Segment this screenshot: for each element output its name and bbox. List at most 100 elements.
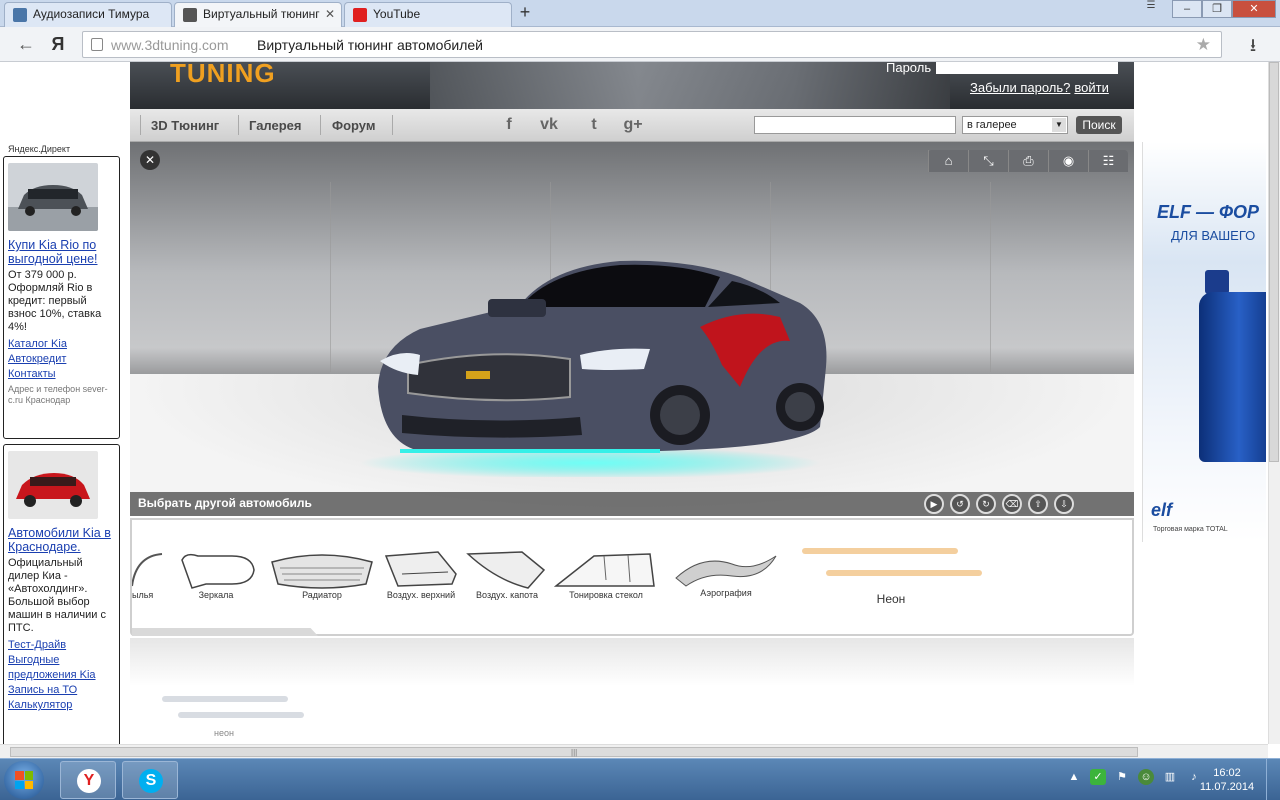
- horizontal-scroll-thumb[interactable]: |||: [10, 747, 1138, 757]
- back-button[interactable]: ←: [14, 33, 38, 55]
- part-radiator[interactable]: Радиатор: [270, 520, 374, 636]
- ad2-link-calculator[interactable]: Калькулятор: [8, 698, 115, 713]
- antivirus-icon[interactable]: ✓: [1090, 769, 1106, 785]
- kia-rio-photo[interactable]: [8, 163, 98, 231]
- part-mirrors[interactable]: Зеркала: [172, 520, 260, 636]
- new-tab-button[interactable]: +: [514, 3, 536, 23]
- scroll-grip-icon: |||: [571, 748, 578, 757]
- ad2-link-testdrive[interactable]: Тест-Драйв: [8, 638, 115, 653]
- part-neon[interactable]: Неон: [796, 520, 986, 636]
- ad1-link-contacts[interactable]: Контакты: [8, 367, 115, 382]
- network-icon[interactable]: ▥: [1162, 769, 1178, 785]
- ad2-title-link[interactable]: Автомобили Kia в Краснодаре.: [8, 526, 115, 554]
- close-tab-icon[interactable]: ✕: [325, 3, 335, 26]
- nav-divider: [320, 115, 321, 135]
- carousel-tab-marker: [132, 628, 318, 636]
- clock-date: 11.07.2014: [1199, 781, 1255, 793]
- twitter-icon[interactable]: t: [583, 115, 605, 135]
- site-search-input[interactable]: [754, 116, 956, 134]
- print-icon[interactable]: ⎙: [1008, 150, 1048, 172]
- resize-icon[interactable]: ⤡: [968, 150, 1008, 172]
- vertical-scroll-thumb[interactable]: [1269, 62, 1279, 462]
- choose-car-label: Выбрать другой автомобиль: [138, 496, 312, 510]
- wall-panel-line: [990, 182, 991, 372]
- 3dtuning-favicon-icon: [183, 8, 197, 22]
- vertical-scrollbar[interactable]: [1268, 62, 1280, 744]
- site-header: TUNING Пароль Забыли пароль? войти: [130, 62, 1134, 109]
- flag-icon[interactable]: ⚑: [1114, 769, 1130, 785]
- home-icon[interactable]: ⌂: [928, 150, 968, 172]
- nav-3d-tuning[interactable]: 3D Тюнинг: [151, 118, 219, 133]
- download-car-icon[interactable]: ⇩: [1054, 494, 1074, 514]
- nav-gallery[interactable]: Галерея: [249, 118, 302, 133]
- tray-expand-icon[interactable]: ▲: [1066, 769, 1082, 785]
- tabs-menu-icon[interactable]: ☰: [1140, 0, 1162, 14]
- part-top-air-intake[interactable]: Воздух. верхний: [382, 520, 460, 636]
- parts-carousel: ылья Зеркала Радиатор Воздух. верхний Во…: [130, 518, 1134, 636]
- search-button[interactable]: Поиск: [1076, 116, 1122, 134]
- ad2-link-service[interactable]: Запись на ТО: [8, 683, 115, 698]
- close-window-icon[interactable]: ✕: [1232, 0, 1276, 18]
- part-airbrush[interactable]: Аэрография: [672, 520, 780, 636]
- elf-oil-banner[interactable]: ELF — ФОР ДЛЯ ВАШЕГО elf Торговая марка …: [1142, 142, 1266, 542]
- part-window-tint[interactable]: Тонировка стекол: [554, 520, 658, 636]
- part-hood-air-intake[interactable]: Воздух. капота: [466, 520, 548, 636]
- upload-icon[interactable]: ⇧: [1028, 494, 1048, 514]
- ad2-link-offers[interactable]: Выгодные предложения Kia: [8, 653, 115, 683]
- wrench-icon[interactable]: ✕: [140, 150, 160, 170]
- vk-icon[interactable]: vk: [538, 115, 560, 135]
- start-button[interactable]: [4, 761, 44, 799]
- nav-forum[interactable]: Форум: [332, 118, 375, 133]
- camera-icon[interactable]: ◉: [1048, 150, 1088, 172]
- url-domain: www.3dtuning.com: [111, 37, 229, 53]
- tab-audio[interactable]: Аудиозаписи Тимура: [4, 2, 172, 27]
- tab-label: Аудиозаписи Тимура: [33, 7, 150, 21]
- forgot-password-link[interactable]: Забыли пароль?: [970, 80, 1070, 95]
- play-icon[interactable]: ▶: [924, 494, 944, 514]
- window-controls: – ❐ ✕: [1172, 0, 1276, 18]
- minimize-icon[interactable]: –: [1172, 0, 1202, 18]
- page-viewport: Яндекс.Директ Купи Kia Rio по выгодной ц…: [0, 62, 1280, 758]
- trash-icon[interactable]: ⌫: [1002, 494, 1022, 514]
- fender-icon: [132, 553, 163, 587]
- part-fenders[interactable]: ылья: [132, 520, 166, 636]
- part-label: Тонировка стекол: [569, 590, 643, 600]
- chevron-down-icon: ▼: [1052, 118, 1066, 132]
- horizontal-scrollbar[interactable]: |||: [0, 744, 1268, 758]
- download-icon[interactable]: ⭳: [1240, 33, 1266, 55]
- auth-links: Забыли пароль? войти: [970, 80, 1109, 95]
- tab-virtual-tuning[interactable]: Виртуальный тюнинг ✕: [174, 2, 342, 27]
- show-desktop-button[interactable]: [1266, 759, 1280, 800]
- star-icon[interactable]: ★: [1196, 35, 1211, 55]
- sitemap-icon[interactable]: ☷: [1088, 150, 1128, 172]
- google-plus-icon[interactable]: g+: [622, 115, 644, 135]
- ad1-address: Адрес и телефон sever-c.ru Краснодар: [8, 384, 108, 405]
- youtube-favicon-icon: [353, 8, 367, 22]
- elf-logo: elf: [1151, 500, 1173, 520]
- tuned-car-model[interactable]: [360, 237, 830, 477]
- tray-app-icon[interactable]: ☺: [1138, 769, 1154, 785]
- search-scope-select[interactable]: в галерее ▼: [962, 116, 1068, 134]
- car-3d-stage[interactable]: ✕ ⌂ ⤡ ⎙ ◉ ☷ Выбрать другой автомобиль ▶ …: [130, 142, 1134, 516]
- tab-youtube[interactable]: YouTube: [344, 2, 512, 27]
- neon-sub-label: неон: [214, 728, 234, 738]
- facebook-icon[interactable]: f: [498, 115, 520, 135]
- ad1-link-catalog[interactable]: Каталог Kia: [8, 337, 115, 352]
- neon-sub-option[interactable]: неон: [160, 688, 310, 738]
- ad1-title-link[interactable]: Купи Kia Rio по выгодной цене!: [8, 238, 115, 266]
- url-field[interactable]: www.3dtuning.com Виртуальный тюнинг авто…: [82, 31, 1222, 58]
- ad1-link-credit[interactable]: Автокредит: [8, 352, 115, 367]
- system-clock[interactable]: 16:02 11.07.2014: [1196, 766, 1258, 794]
- rotate-right-icon[interactable]: ↻: [976, 494, 996, 514]
- kia-red-photo[interactable]: [8, 451, 98, 519]
- site-logo[interactable]: TUNING: [170, 62, 276, 89]
- maximize-icon[interactable]: ❐: [1202, 0, 1232, 18]
- yandex-button[interactable]: Я: [46, 33, 70, 55]
- direct-label: Яндекс.Директ: [8, 144, 71, 154]
- rotate-left-icon[interactable]: ↺: [950, 494, 970, 514]
- password-input[interactable]: [936, 62, 1118, 74]
- taskbar-yandex-browser[interactable]: Y: [60, 761, 116, 799]
- login-link[interactable]: войти: [1074, 80, 1108, 95]
- ad2-text: Официальный дилер Киа - «Автохолдинг». Б…: [8, 557, 107, 634]
- taskbar-skype[interactable]: S: [122, 761, 178, 799]
